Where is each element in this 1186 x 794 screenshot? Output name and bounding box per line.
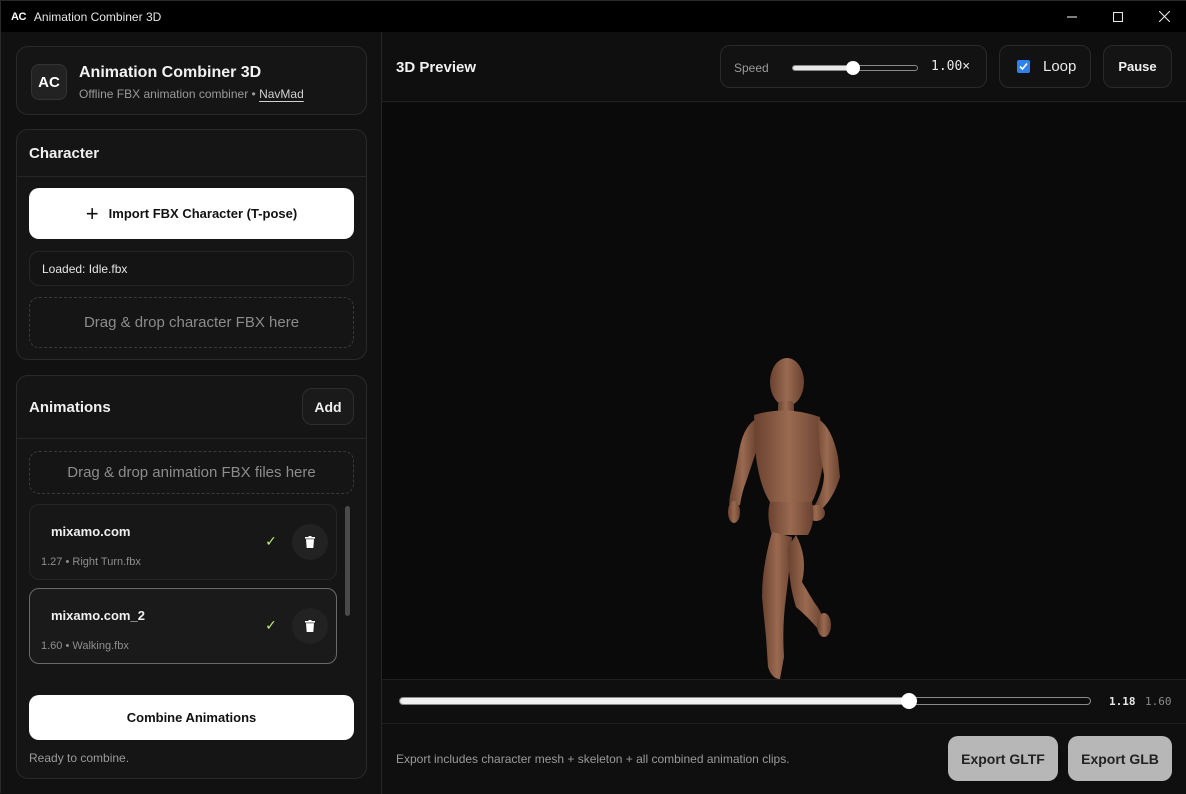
character-model xyxy=(728,358,840,679)
animation-item[interactable]: mixamo.com 1.27 • Right Turn.fbx ✓ xyxy=(29,504,337,580)
animation-meta: 1.27 • Right Turn.fbx xyxy=(41,556,141,568)
loop-toggle[interactable]: Loop xyxy=(999,45,1091,88)
close-icon xyxy=(1158,11,1170,22)
speed-label: Speed xyxy=(734,61,769,75)
import-character-button[interactable]: + Import FBX Character (T-pose) xyxy=(29,188,354,239)
animation-name: mixamo.com xyxy=(51,524,131,539)
animations-heading: Animations xyxy=(29,398,111,416)
brand-link[interactable]: NavMad xyxy=(259,87,304,101)
export-glb-button[interactable]: Export GLB xyxy=(1068,736,1172,781)
minimize-icon xyxy=(1067,15,1077,18)
animations-panel: Animations Add Drag & drop animation FBX… xyxy=(16,375,367,779)
title-bar: AC Animation Combiner 3D xyxy=(1,1,1186,32)
animation-meta: 1.60 • Walking.fbx xyxy=(41,640,129,652)
export-footer: Export includes character mesh + skeleto… xyxy=(382,724,1186,794)
total-time: 1.60 xyxy=(1145,695,1172,708)
app-icon: AC xyxy=(11,10,26,23)
brand-card: AC Animation Combiner 3D Offline FBX ani… xyxy=(16,46,367,115)
close-button[interactable] xyxy=(1141,1,1186,32)
loop-checkbox[interactable] xyxy=(1017,60,1030,73)
check-icon: ✓ xyxy=(265,532,277,549)
animation-list-scrollbar[interactable] xyxy=(343,504,352,670)
character-dropzone[interactable]: Drag & drop character FBX here xyxy=(29,297,354,348)
speed-slider[interactable] xyxy=(792,61,918,75)
character-heading: Character xyxy=(17,130,366,177)
speed-slider-thumb[interactable] xyxy=(845,61,860,75)
checkmark-icon xyxy=(1019,62,1028,71)
window-controls xyxy=(1049,1,1186,32)
speed-value: 1.00× xyxy=(931,59,971,74)
delete-animation-button[interactable] xyxy=(292,608,328,644)
maximize-icon xyxy=(1113,11,1123,22)
pause-button[interactable]: Pause xyxy=(1103,45,1172,88)
brand-logo: AC xyxy=(31,64,67,100)
brand-subtitle: Offline FBX animation combiner • NavMad xyxy=(79,87,304,101)
animation-item-selected[interactable]: mixamo.com_2 1.60 • Walking.fbx ✓ xyxy=(29,588,337,664)
loaded-character-status: Loaded: Idle.fbx xyxy=(29,251,354,286)
import-character-label: Import FBX Character (T-pose) xyxy=(108,206,298,221)
trash-icon xyxy=(305,620,315,632)
combine-status: Ready to combine. xyxy=(29,751,130,765)
brand-title: Animation Combiner 3D xyxy=(79,64,262,81)
preview-toolbar: 3D Preview Speed 1.00× Loop Pause xyxy=(382,32,1186,102)
sidebar: AC Animation Combiner 3D Offline FBX ani… xyxy=(1,32,382,794)
speed-control: Speed 1.00× xyxy=(720,45,987,88)
export-gltf-button[interactable]: Export GLTF xyxy=(948,736,1058,781)
preview-title: 3D Preview xyxy=(396,59,477,76)
timeline-thumb[interactable] xyxy=(900,693,917,709)
combine-animations-button[interactable]: Combine Animations xyxy=(29,695,354,740)
add-animation-button[interactable]: Add xyxy=(302,388,354,425)
animation-dropzone[interactable]: Drag & drop animation FBX files here xyxy=(29,451,354,494)
trash-icon xyxy=(305,536,315,548)
3d-viewport[interactable] xyxy=(382,103,1186,679)
minimize-button[interactable] xyxy=(1049,1,1095,32)
timeline-slider[interactable] xyxy=(399,693,1091,709)
delete-animation-button[interactable] xyxy=(292,524,328,560)
timeline-bar: 1.18 1.60 xyxy=(382,679,1186,724)
check-icon: ✓ xyxy=(265,616,277,633)
brand-subtitle-text: Offline FBX animation combiner • xyxy=(79,87,256,101)
current-time: 1.18 xyxy=(1109,695,1136,708)
main-area: 3D Preview Speed 1.00× Loop Pause 1.18 1… xyxy=(382,32,1186,794)
animation-list[interactable]: mixamo.com 1.27 • Right Turn.fbx ✓ mixam… xyxy=(29,504,354,670)
app-window: AC Animation Combiner 3D AC Animation Co… xyxy=(0,0,1186,794)
speed-slider-fill xyxy=(793,66,853,70)
animation-name: mixamo.com_2 xyxy=(51,608,145,623)
maximize-button[interactable] xyxy=(1095,1,1141,32)
plus-icon: + xyxy=(85,200,99,226)
scrollbar-thumb[interactable] xyxy=(345,506,350,616)
loop-label: Loop xyxy=(1043,58,1077,75)
export-note: Export includes character mesh + skeleto… xyxy=(396,752,790,766)
character-panel: Character + Import FBX Character (T-pose… xyxy=(16,129,367,360)
timeline-fill xyxy=(400,698,909,704)
window-title: Animation Combiner 3D xyxy=(33,9,162,24)
